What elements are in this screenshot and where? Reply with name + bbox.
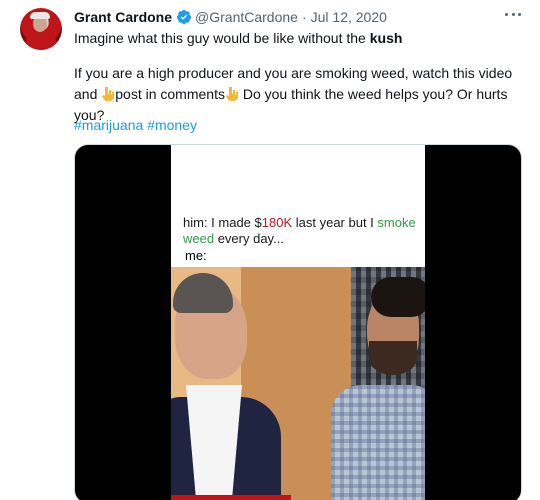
header-separator: · bbox=[301, 9, 307, 25]
scene-man-right-beard bbox=[369, 341, 417, 375]
video-scene bbox=[171, 267, 425, 500]
avatar[interactable] bbox=[20, 8, 62, 50]
tweet-date[interactable]: Jul 12, 2020 bbox=[311, 9, 387, 25]
more-dot bbox=[505, 12, 508, 16]
tweet-text-part2: post in comments bbox=[115, 86, 225, 102]
tweet-header: Grant Cardone @GrantCardone · Jul 12, 20… bbox=[74, 8, 387, 26]
author-name[interactable]: Grant Cardone bbox=[74, 9, 172, 25]
author-handle[interactable]: @GrantCardone bbox=[195, 9, 298, 25]
tweet-text-prefix: Imagine what this guy would be like with… bbox=[74, 30, 370, 46]
more-options-icon[interactable] bbox=[502, 6, 524, 22]
hashtag-line: #marijuana #money bbox=[74, 115, 524, 136]
video-progress-bar[interactable] bbox=[171, 495, 291, 500]
tweet-text-bold: kush bbox=[369, 30, 403, 46]
more-dot bbox=[511, 12, 515, 16]
pointing-down-emoji-icon bbox=[102, 87, 115, 101]
pointing-down-emoji-icon bbox=[225, 87, 238, 101]
avatar-body bbox=[26, 32, 56, 50]
caption-money: 180K bbox=[261, 215, 293, 230]
caption-part1: him: I made $ bbox=[183, 215, 262, 230]
video-caption: him: I made $180K last year but I smoke … bbox=[183, 215, 419, 247]
video-frame: him: I made $180K last year but I smoke … bbox=[171, 145, 425, 500]
tweet: Grant Cardone @GrantCardone · Jul 12, 20… bbox=[0, 0, 540, 500]
scene-man-right-shirt bbox=[331, 385, 425, 500]
caption-part3: every day... bbox=[214, 231, 284, 246]
tweet-text-line1: Imagine what this guy would be like with… bbox=[74, 28, 524, 49]
avatar-hat bbox=[30, 12, 50, 19]
video-me-label: me: bbox=[185, 248, 207, 263]
verified-badge-icon bbox=[177, 10, 192, 24]
scene-man-right-hair bbox=[371, 277, 425, 317]
hashtag-marijuana[interactable]: #marijuana bbox=[74, 117, 143, 133]
hashtag-money[interactable]: #money bbox=[147, 117, 197, 133]
caption-part2: last year but I bbox=[292, 215, 378, 230]
video-media[interactable]: him: I made $180K last year but I smoke … bbox=[74, 144, 522, 500]
more-dot bbox=[518, 12, 521, 16]
